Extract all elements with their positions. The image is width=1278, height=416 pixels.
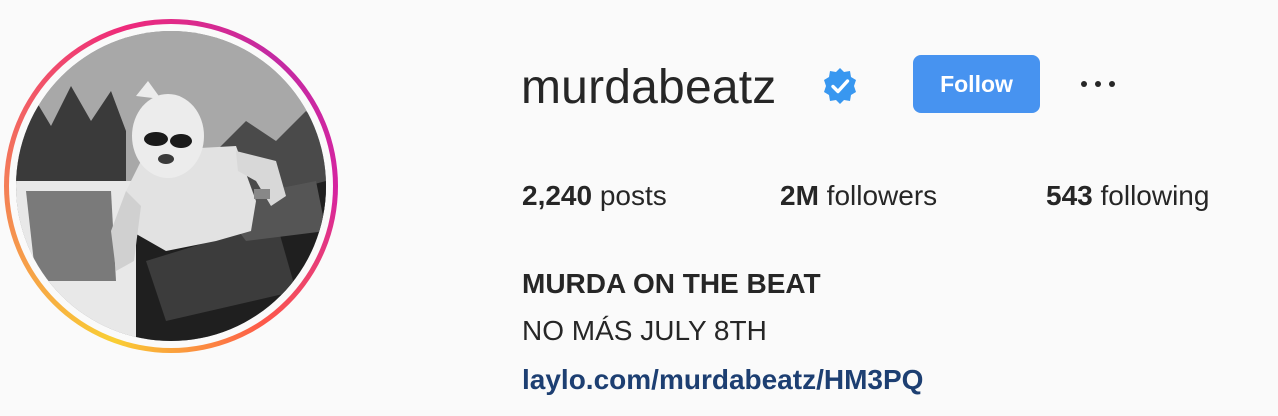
bio-text: NO MÁS JULY 8TH xyxy=(522,315,767,346)
follow-button[interactable]: Follow xyxy=(913,55,1040,113)
followers-link[interactable]: 2M followers xyxy=(780,178,937,214)
avatar-photo-image xyxy=(16,31,326,341)
more-options-icon[interactable] xyxy=(1074,70,1122,98)
avatar[interactable] xyxy=(16,31,326,341)
posts-count-value: 2,240 xyxy=(522,180,593,211)
verified-badge-icon xyxy=(824,68,856,104)
dot-icon xyxy=(1081,81,1087,87)
posts-count: 2,240 posts xyxy=(522,178,667,214)
posts-label: posts xyxy=(592,180,667,211)
followers-count-value: 2M xyxy=(780,180,819,211)
following-label: following xyxy=(1092,180,1210,211)
following-count-value: 543 xyxy=(1046,180,1093,211)
profile-header: murdabeatz Follow 2,240 posts 2M followe… xyxy=(0,0,1278,416)
following-link[interactable]: 543 following xyxy=(1046,178,1209,214)
story-ring[interactable] xyxy=(4,19,338,353)
followers-label: followers xyxy=(818,180,938,211)
dot-icon xyxy=(1109,81,1115,87)
dot-icon xyxy=(1095,81,1101,87)
username: murdabeatz xyxy=(521,61,777,114)
bio-external-link[interactable]: laylo.com/murdabeatz/HM3PQ xyxy=(522,362,923,398)
profile-full-name: MURDA ON THE BEAT xyxy=(522,268,821,299)
